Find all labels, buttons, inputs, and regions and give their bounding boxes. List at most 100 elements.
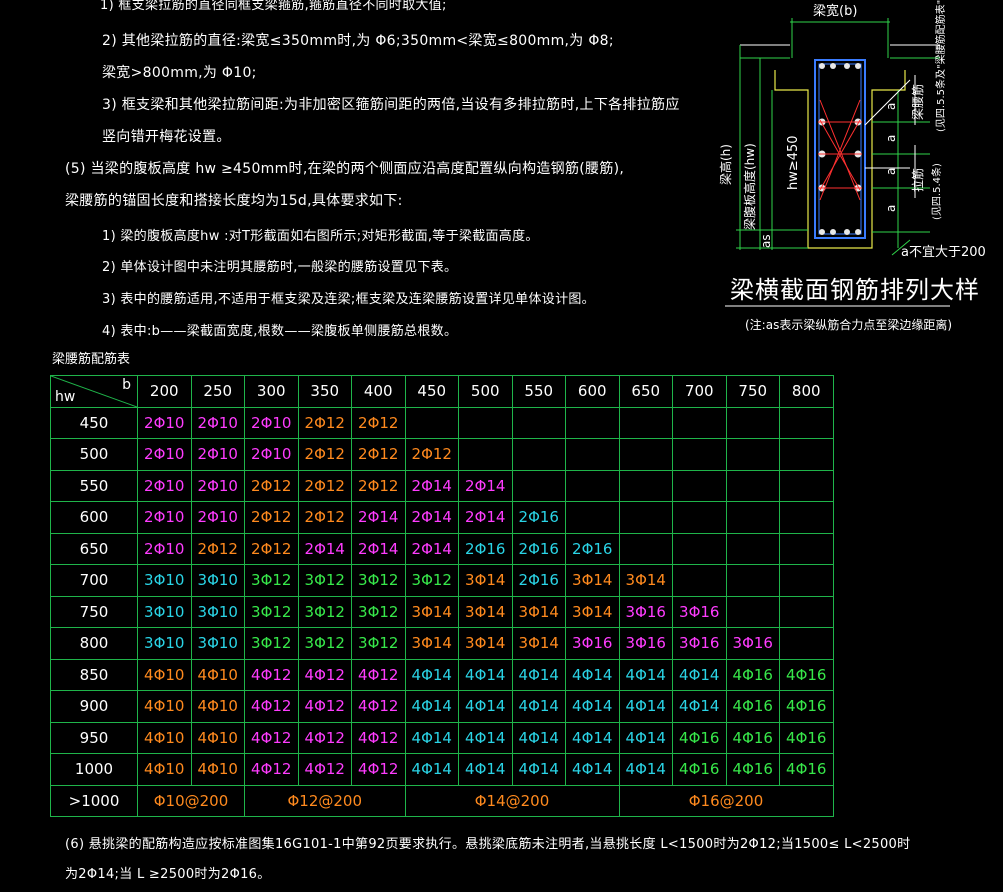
table-row: 600 2Φ10 2Φ10 2Φ12 2Φ12 2Φ14 2Φ14 2Φ14 2Φ16 bbox=[50, 501, 834, 534]
table-cell: 2Φ10 bbox=[190, 469, 245, 502]
table-cell: 3Φ16 bbox=[672, 627, 727, 660]
label-tie: 拉筋 bbox=[910, 168, 925, 192]
table-cell: 2Φ12 bbox=[244, 501, 299, 534]
note-line-2: 2) 其他梁拉筋的直径:梁宽≤350mm时,为 Φ6;350mm<梁宽≤800m… bbox=[102, 33, 614, 49]
table-cell: 4Φ14 bbox=[511, 658, 566, 691]
table-cell: 3Φ14 bbox=[565, 564, 620, 597]
table-cell bbox=[779, 406, 834, 439]
table-cell: 2Φ10 bbox=[137, 469, 192, 502]
label-spacing-a4: a bbox=[884, 205, 898, 212]
row-hw-label: 950 bbox=[50, 721, 138, 754]
table-cell bbox=[565, 406, 620, 439]
table-cell: 3Φ12 bbox=[297, 564, 352, 597]
table-cell: 3Φ14 bbox=[404, 627, 459, 660]
table-cell: 2Φ16 bbox=[511, 532, 566, 565]
table-cell: 2Φ14 bbox=[458, 501, 513, 534]
table-cell bbox=[779, 438, 834, 471]
diagram-title: 梁横截面钢筋排列大样 bbox=[730, 276, 980, 304]
table-cell: 3Φ12 bbox=[297, 627, 352, 660]
table-cell: 3Φ10 bbox=[190, 595, 245, 628]
row-hw-label: 900 bbox=[50, 690, 138, 723]
row-hw-label: 450 bbox=[50, 406, 138, 439]
table-cell: 3Φ10 bbox=[190, 564, 245, 597]
table-cell: 3Φ12 bbox=[297, 595, 352, 628]
column-header-350: 350 bbox=[297, 375, 352, 408]
note-item-4: 4) 表中:b——梁截面宽度,根数——梁腹板单侧腰筋总根数。 bbox=[102, 324, 458, 339]
table-cell bbox=[618, 469, 673, 502]
table-row: 550 2Φ10 2Φ10 2Φ12 2Φ12 2Φ12 2Φ14 2Φ14 bbox=[50, 469, 834, 502]
column-header-550: 550 bbox=[511, 375, 566, 408]
table-cell: 3Φ16 bbox=[565, 627, 620, 660]
table-cell bbox=[511, 469, 566, 502]
table-cell: 4Φ14 bbox=[565, 753, 620, 786]
table-cell: 3Φ14 bbox=[458, 627, 513, 660]
note-line-5b: 梁腰筋的锚固长度和搭接长度均为15d,具体要求如下: bbox=[65, 193, 403, 209]
table-cell: 3Φ14 bbox=[565, 595, 620, 628]
corner-label-hw: hw bbox=[55, 388, 76, 405]
label-spacing-a1: a bbox=[884, 103, 898, 110]
column-header-600: 600 bbox=[565, 375, 620, 408]
column-header-250: 250 bbox=[190, 375, 245, 408]
table-cell: 3Φ12 bbox=[244, 564, 299, 597]
table-cell: 4Φ14 bbox=[404, 721, 459, 754]
column-header-450: 450 bbox=[404, 375, 459, 408]
diagram-note: (注:as表示梁纵筋合力点至梁边缘距离) bbox=[745, 318, 953, 332]
row-hw-label: 1000 bbox=[50, 753, 138, 786]
table-cell: 2Φ12 bbox=[351, 406, 406, 439]
note-item-3: 3) 表中的腰筋适用,不适用于框支梁及连梁;框支梁及连梁腰筋设置详见单体设计图。 bbox=[102, 292, 595, 307]
table-cell: 2Φ10 bbox=[190, 438, 245, 471]
table-cell: 2Φ14 bbox=[404, 532, 459, 565]
table-cell: 4Φ10 bbox=[137, 658, 192, 691]
table-cell: 4Φ16 bbox=[725, 721, 780, 754]
column-header-750: 750 bbox=[725, 375, 780, 408]
table-cell: 3Φ12 bbox=[351, 595, 406, 628]
table-cell: 4Φ10 bbox=[190, 690, 245, 723]
row-hw-label: 650 bbox=[50, 532, 138, 565]
table-cell bbox=[618, 532, 673, 565]
row-hw-label: 550 bbox=[50, 469, 138, 502]
table-cell bbox=[725, 595, 780, 628]
table-cell: 2Φ14 bbox=[404, 469, 459, 502]
table-cell: 4Φ12 bbox=[244, 658, 299, 691]
column-header-700: 700 bbox=[672, 375, 727, 408]
table-cell bbox=[725, 564, 780, 597]
table-cell: 3Φ14 bbox=[618, 564, 673, 597]
table-cell: 3Φ10 bbox=[137, 627, 192, 660]
table-cell bbox=[779, 469, 834, 502]
table-cell: 3Φ16 bbox=[618, 595, 673, 628]
table-cell: 2Φ14 bbox=[297, 532, 352, 565]
table-cell: 4Φ16 bbox=[725, 658, 780, 691]
table-cell-spacing: Φ10@200 bbox=[137, 784, 245, 817]
table-cell: 2Φ14 bbox=[351, 501, 406, 534]
table-cell: 2Φ16 bbox=[458, 532, 513, 565]
table-cell: 3Φ14 bbox=[458, 595, 513, 628]
table-cell bbox=[511, 406, 566, 439]
table-cell: 3Φ12 bbox=[244, 595, 299, 628]
column-header-650: 650 bbox=[618, 375, 673, 408]
table-cell: 2Φ10 bbox=[137, 438, 192, 471]
label-beam-height: 梁高(h) bbox=[718, 144, 733, 185]
note-line-3b: 竖向错开梅花设置。 bbox=[102, 129, 231, 145]
table-cell: 3Φ10 bbox=[137, 595, 192, 628]
table-row: 450 2Φ10 2Φ10 2Φ10 2Φ12 2Φ12 bbox=[50, 406, 834, 439]
column-header-500: 500 bbox=[458, 375, 513, 408]
table-cell: 4Φ14 bbox=[511, 753, 566, 786]
table-cell bbox=[779, 501, 834, 534]
table-cell: 4Φ16 bbox=[725, 690, 780, 723]
table-cell: 4Φ14 bbox=[458, 690, 513, 723]
table-cell: 4Φ16 bbox=[779, 690, 834, 723]
table-cell: 2Φ10 bbox=[137, 406, 192, 439]
table-cell bbox=[779, 532, 834, 565]
table-cell-spacing: Φ16@200 bbox=[618, 784, 834, 817]
table-cell: 4Φ12 bbox=[297, 721, 352, 754]
label-web-height: 梁腹板高度(hw) bbox=[742, 143, 757, 230]
table-cell: 2Φ12 bbox=[351, 438, 406, 471]
table-cell bbox=[565, 469, 620, 502]
table-title: 梁腰筋配筋表 bbox=[52, 352, 131, 367]
table-cell: 3Φ14 bbox=[511, 595, 566, 628]
table-cell: 4Φ14 bbox=[672, 690, 727, 723]
row-hw-label: >1000 bbox=[50, 784, 138, 817]
table-cell bbox=[725, 532, 780, 565]
table-cell: 2Φ10 bbox=[190, 406, 245, 439]
table-cell: 3Φ14 bbox=[511, 627, 566, 660]
